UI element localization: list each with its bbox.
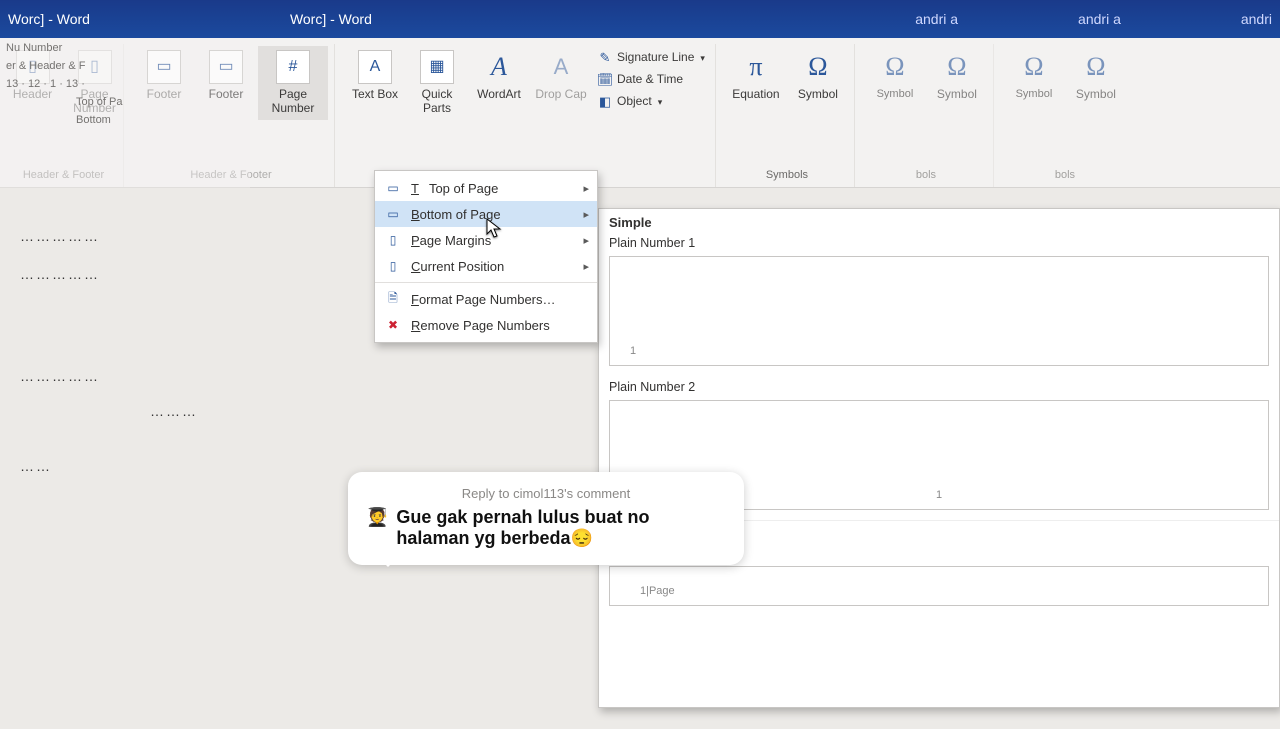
menu-separator [375, 282, 597, 283]
menu-format-page-numbers[interactable]: 🗎 Format Page Numbers… Format Page Numbe… [375, 286, 597, 312]
footer-button[interactable]: ▭ Footer [196, 46, 256, 106]
signature-icon: ✎ [597, 50, 613, 66]
account-name-2: andri a [1078, 11, 1121, 27]
ribbon-group-label: Symbols [766, 165, 808, 187]
page-number-gallery: Simple Plain Number 1 1 Plain Number 2 1… [598, 208, 1280, 708]
text-box-icon: A [358, 50, 392, 84]
account-name-1: andri a [915, 11, 958, 27]
menu-current-position[interactable]: ▯ Current Position Current Position [375, 253, 597, 279]
equation-button[interactable]: π Equation [726, 46, 786, 106]
chevron-down-icon: ▾ [658, 97, 663, 107]
symbol-button-ghost2[interactable]: Ω Symbol [927, 46, 987, 106]
doc-content-dots: …… [20, 458, 52, 474]
comment-reply-to: Reply to cimol113's comment [366, 486, 726, 501]
wordart-button[interactable]: A WordArt [469, 46, 529, 106]
window-titlebar: Worc] - Word Worc] - Word andri a andri … [0, 0, 1280, 38]
remove-icon: ✖ [385, 317, 401, 333]
ribbon-group-label: Header & Footer [190, 165, 271, 187]
text-box-button[interactable]: A Text Box [345, 46, 405, 106]
page-icon: ▯ [78, 50, 112, 84]
ribbon-group-text: A Text Box ▦ Quick Parts A WordArt A Dro… [339, 44, 716, 187]
doc-content-dots: ……… [150, 403, 198, 419]
omega-icon: Ω [1079, 50, 1113, 84]
omega-icon: Ω [878, 50, 912, 84]
gallery-item-plain-1-label: Plain Number 1 [599, 232, 1279, 252]
page-margins-icon: ▯ [385, 232, 401, 248]
wordart-icon: A [482, 50, 516, 84]
ribbon: ▯ Header ▯ Page Number Header & Footer ▭… [0, 38, 1280, 188]
footer-icon: ▭ [209, 50, 243, 84]
omega-icon: Ω [940, 50, 974, 84]
window-title-2: Worc] - Word [290, 11, 372, 27]
ribbon-group-symbols-ghost2: Ω Symbol Ω Symbol bols [998, 44, 1132, 187]
menu-bottom-of-page[interactable]: ▭ Bottom of Page Bottom of Page [375, 201, 597, 227]
page-number-menu: ▭ T Top of Page Top of Page ▭ Bottom of … [374, 170, 598, 343]
ribbon-group-symbols: π Equation Ω Symbol Symbols [720, 44, 855, 187]
ribbon-group-label: Header & Footer [23, 165, 104, 187]
gallery-item-plain-1[interactable]: 1 [609, 256, 1269, 366]
object-button[interactable]: ◧ Object ▾ [593, 92, 709, 112]
page-number-button[interactable]: # Page Number [258, 46, 328, 120]
symbol-button[interactable]: Ω Symbol [788, 46, 848, 106]
format-icon: 🗎 [385, 291, 401, 307]
header-icon: ▭ [147, 50, 181, 84]
date-time-button[interactable]: 🗓 Date & Time [593, 70, 709, 90]
drop-cap-icon: A [544, 50, 578, 84]
pi-icon: π [739, 50, 773, 84]
quick-parts-button[interactable]: ▦ Quick Parts [407, 46, 467, 120]
tiktok-comment-overlay: Reply to cimol113's comment 🧑‍🎓 Gue gak … [348, 472, 744, 565]
ghost-page-number-button-2[interactable]: ▯ Page Number [65, 46, 125, 120]
window-title-1: Worc] - Word [8, 11, 90, 27]
page-bottom-icon: ▭ [385, 206, 401, 222]
comment-text: Gue gak pernah lulus buat no halaman yg … [396, 507, 726, 549]
account-name-3: andri [1241, 11, 1272, 27]
ribbon-group-header-footer: ▭ Footer ▭ Footer # Page Number Header &… [128, 44, 335, 187]
gallery-heading-simple: Simple [599, 209, 1279, 232]
symbol-button-ghost4[interactable]: Ω Symbol [1066, 46, 1126, 106]
ghost-page-number-button[interactable]: ▯ Header [3, 46, 63, 106]
doc-content-dots: …………… [20, 228, 100, 244]
menu-remove-page-numbers[interactable]: ✖ Remove Page Numbers Remove Page Number… [375, 312, 597, 338]
chevron-down-icon: ▾ [700, 53, 705, 63]
quick-parts-icon: ▦ [420, 50, 454, 84]
ribbon-group-label: bols [916, 165, 936, 187]
comment-avatar-icon: 🧑‍🎓 [366, 507, 388, 529]
menu-page-margins[interactable]: ▯ Page Margins Page Margins [375, 227, 597, 253]
menu-top-of-page[interactable]: ▭ T Top of Page Top of Page [375, 175, 597, 201]
ribbon-group-label: bols [1055, 165, 1075, 187]
ribbon-ghost-group: ▯ Header ▯ Page Number Header & Footer [4, 44, 124, 187]
symbol-button-ghost[interactable]: Ω Symbol [865, 46, 925, 105]
page-top-icon: ▭ [385, 180, 401, 196]
symbol-button-ghost3[interactable]: Ω Symbol [1004, 46, 1064, 105]
ribbon-group-symbols-ghost: Ω Symbol Ω Symbol bols [859, 44, 994, 187]
gallery-item-accent-bar-1[interactable]: 1|Page [609, 566, 1269, 606]
header-button[interactable]: ▭ Footer [134, 46, 194, 106]
drop-cap-button[interactable]: A Drop Cap [531, 46, 591, 106]
object-icon: ◧ [597, 94, 613, 110]
page-number-icon: # [276, 50, 310, 84]
omega-icon: Ω [801, 50, 835, 84]
calendar-icon: 🗓 [597, 72, 613, 88]
doc-content-dots: …………… [20, 368, 100, 384]
current-position-icon: ▯ [385, 258, 401, 274]
signature-line-button[interactable]: ✎ Signature Line ▾ [593, 48, 709, 68]
gallery-item-plain-2-label: Plain Number 2 [599, 376, 1279, 396]
page-icon: ▯ [16, 50, 50, 84]
doc-content-dots: …………… [20, 266, 100, 282]
omega-icon: Ω [1017, 50, 1051, 84]
